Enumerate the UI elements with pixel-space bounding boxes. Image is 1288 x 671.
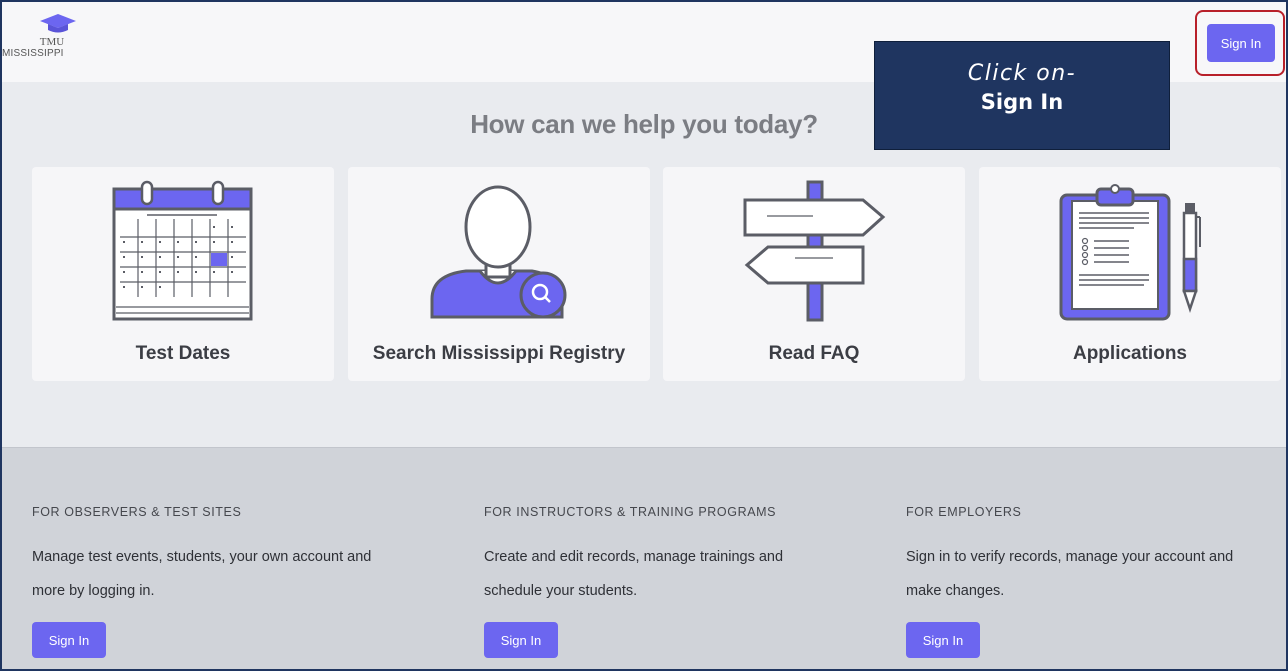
footer-column-title: FOR OBSERVERS & TEST SITES	[32, 505, 242, 519]
card-label: Read FAQ	[768, 343, 860, 364]
logo-text-bottom: MISSISSIPPI	[2, 48, 64, 59]
site-logo[interactable]: TMU MISSISSIPPI	[2, 12, 110, 72]
description-line: schedule your students.	[484, 583, 638, 599]
signin-highlight-box: Sign In	[1195, 10, 1285, 76]
page-heading: How can we help you today?	[470, 109, 818, 139]
description-line: Sign in to verify records, manage your a…	[906, 549, 1234, 565]
clipboard-icon	[1059, 184, 1201, 321]
logo-text-top: TMU	[39, 36, 65, 48]
graduation-cap-icon	[40, 14, 76, 33]
footer-column-description: Sign in to verify records, manage your a…	[906, 540, 1286, 608]
description-line: Manage test events, students, your own a…	[32, 549, 372, 565]
description-line: Create and edit records, manage training…	[484, 549, 784, 565]
person-search-icon	[430, 185, 567, 319]
footer-column-description: Manage test events, students, your own a…	[32, 540, 432, 608]
card-read-faq[interactable]: Read FAQ	[663, 167, 965, 381]
instructors-sign-in-button[interactable]: Sign In	[484, 622, 558, 658]
header-sign-in-button[interactable]: Sign In	[1207, 24, 1275, 62]
footer-column-title: FOR EMPLOYERS	[906, 505, 1022, 519]
description-line: more by logging in.	[32, 583, 155, 599]
card-search-registry[interactable]: Search Mississippi Registry	[348, 167, 650, 381]
card-applications[interactable]: Applications	[979, 167, 1281, 381]
footer-column-description: Create and edit records, manage training…	[484, 540, 884, 608]
footer-column-title: FOR INSTRUCTORS & TRAINING PROGRAMS	[484, 505, 777, 519]
employers-sign-in-button[interactable]: Sign In	[906, 622, 980, 658]
card-label: Applications	[1072, 343, 1187, 364]
card-label: Search Mississippi Registry	[372, 343, 626, 364]
site-footer: FOR OBSERVERS & TEST SITES Manage test e…	[2, 447, 1286, 669]
app-window: TMU MISSISSIPPI Sign In Click on- Sign I…	[0, 0, 1288, 671]
calendar-icon	[112, 180, 253, 321]
observers-sign-in-button[interactable]: Sign In	[32, 622, 106, 658]
card-test-dates[interactable]: Test Dates	[32, 167, 334, 381]
callout-line-1: Click on-	[967, 61, 1077, 86]
description-line: make changes.	[906, 583, 1005, 599]
card-label: Test Dates	[135, 343, 231, 364]
signpost-icon	[743, 180, 886, 322]
